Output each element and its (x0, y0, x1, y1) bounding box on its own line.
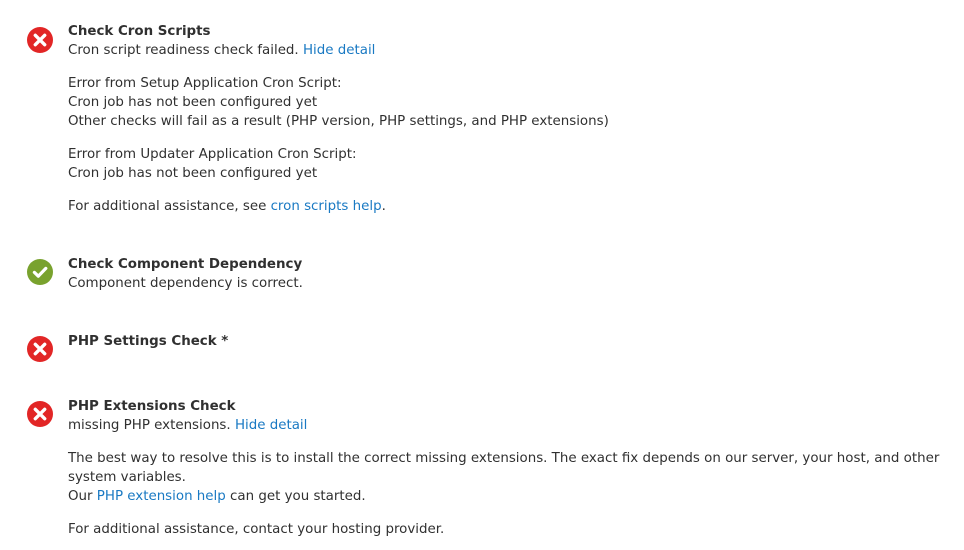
cron-updater-error-heading: Error from Updater Application Cron Scri… (68, 147, 357, 162)
cron-setup-error-line1: Cron job has not been configured yet (68, 95, 318, 110)
cron-message: Cron script readiness check failed. (68, 43, 299, 58)
cron-title: Check Cron Scripts (68, 24, 211, 39)
php-extensions-hide-detail-link[interactable]: Hide detail (235, 418, 307, 433)
cron-updater-error-line1: Cron job has not been configured yet (68, 166, 318, 181)
cron-message-line: Cron script readiness check failed. Hide… (68, 41, 960, 60)
php-extension-help-link[interactable]: PHP extension help (97, 489, 226, 504)
php-settings-title: PHP Settings Check * (68, 334, 229, 349)
php-extensions-message: missing PHP extensions. (68, 418, 231, 433)
cron-assistance-suffix: . (381, 199, 386, 214)
php-extensions-help-suffix: can get you started. (225, 489, 366, 504)
php-settings-content: PHP Settings Check * (68, 332, 960, 351)
error-x-icon (27, 27, 53, 53)
success-check-icon (27, 259, 53, 285)
php-extensions-help-line: Our PHP extension help can get you start… (68, 487, 960, 506)
dependency-title: Check Component Dependency (68, 257, 303, 272)
cron-updater-error: Error from Updater Application Cron Scri… (68, 145, 960, 183)
php-extensions-message-line: missing PHP extensions. Hide detail (68, 416, 960, 435)
cron-setup-error-line2: Other checks will fail as a result (PHP … (68, 114, 609, 129)
cron-assistance-prefix: For additional assistance, see (68, 199, 271, 214)
php-extensions-title: PHP Extensions Check (68, 399, 236, 414)
cron-setup-error: Error from Setup Application Cron Script… (68, 74, 960, 131)
cron-content: Check Cron Scripts Cron script readiness… (68, 22, 960, 216)
php-extensions-help-prefix: Our (68, 489, 97, 504)
error-x-icon (27, 401, 53, 427)
dependency-content: Check Component Dependency Component dep… (68, 255, 960, 293)
error-x-icon (27, 336, 53, 362)
cron-assistance: For additional assistance, see cron scri… (68, 197, 960, 216)
cron-hide-detail-link[interactable]: Hide detail (303, 43, 375, 58)
php-extensions-resolve: The best way to resolve this is to insta… (68, 449, 960, 506)
cron-scripts-help-link[interactable]: cron scripts help (271, 199, 382, 214)
php-extensions-resolve-text: The best way to resolve this is to insta… (68, 451, 940, 485)
dependency-message: Component dependency is correct. (68, 276, 303, 291)
cron-setup-error-heading: Error from Setup Application Cron Script… (68, 76, 342, 91)
php-extensions-assistance: For additional assistance, contact your … (68, 522, 445, 537)
php-extensions-content: PHP Extensions Check missing PHP extensi… (68, 397, 960, 539)
